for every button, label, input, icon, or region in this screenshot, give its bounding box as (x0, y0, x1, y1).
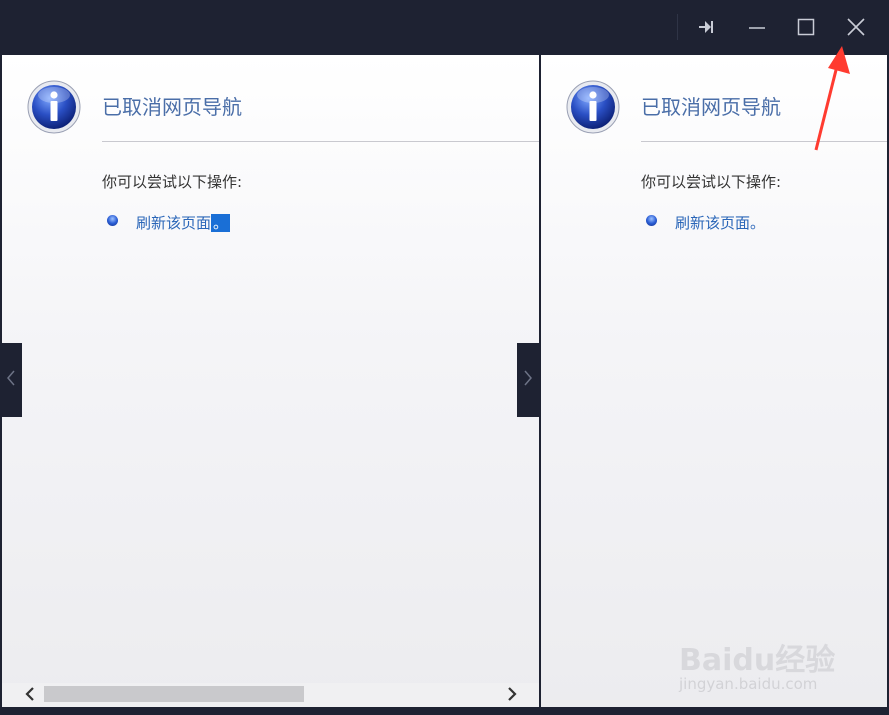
page-title: 已取消网页导航 (641, 95, 781, 119)
scrollbar-thumb[interactable] (44, 686, 304, 702)
suggestion-label: 你可以尝试以下操作: (102, 173, 243, 191)
info-icon (26, 79, 82, 135)
browser-window: 已取消网页导航 你可以尝试以下操作: 刷新该页面。 已取消网页导航 你可以尝试以… (0, 0, 889, 715)
selected-text: 。 (211, 214, 231, 232)
refresh-link-suffix: 。 (750, 214, 766, 232)
annotation-arrow-icon (800, 44, 860, 156)
watermark-logo: Baidu经验 (679, 643, 836, 678)
next-page-handle[interactable] (517, 343, 539, 417)
refresh-page-link[interactable]: 刷新该页面。 (136, 212, 231, 233)
maximize-button[interactable] (786, 9, 826, 49)
scroll-left-button[interactable] (20, 685, 40, 705)
title-divider (102, 141, 539, 142)
pin-button[interactable] (686, 9, 726, 49)
watermark-url: jingyan.baidu.com (679, 675, 818, 693)
scroll-right-button[interactable] (502, 685, 522, 705)
prev-page-handle[interactable] (0, 343, 22, 417)
refresh-link-text[interactable]: 刷新该页面 (136, 214, 211, 232)
info-icon (565, 79, 621, 135)
baidu-watermark: Baidu经验 jingyan.baidu.com (679, 621, 879, 701)
content-pane-left: 已取消网页导航 你可以尝试以下操作: 刷新该页面。 (2, 55, 539, 707)
horizontal-scrollbar[interactable] (2, 683, 539, 707)
titlebar-divider (677, 14, 678, 40)
chevron-left-icon (24, 686, 36, 705)
bullet-icon (646, 215, 657, 226)
close-icon (846, 17, 866, 41)
refresh-link-text[interactable]: 刷新该页面 (675, 214, 750, 232)
suggestion-label: 你可以尝试以下操作: (641, 173, 782, 191)
refresh-page-link[interactable]: 刷新该页面。 (675, 212, 765, 233)
maximize-icon (796, 17, 816, 41)
bullet-icon (107, 215, 118, 226)
title-bar (0, 0, 889, 54)
minimize-icon (747, 17, 767, 41)
page-title: 已取消网页导航 (102, 95, 242, 119)
minimize-button[interactable] (737, 9, 777, 49)
chevron-right-icon (522, 368, 534, 392)
pin-icon (696, 17, 716, 41)
close-button[interactable] (836, 9, 876, 49)
chevron-right-icon (506, 686, 518, 705)
chevron-left-icon (5, 368, 17, 392)
